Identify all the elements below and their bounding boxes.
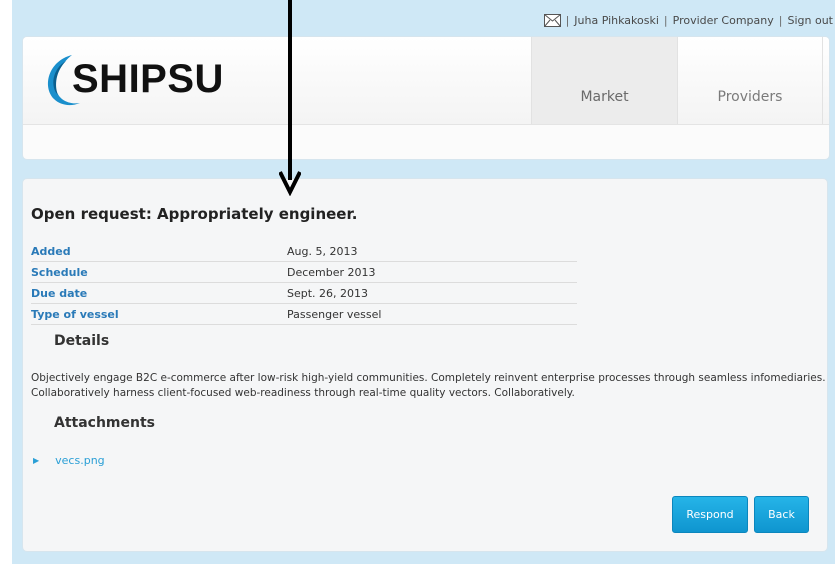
main-nav: Market Providers [531, 37, 823, 124]
field-value: Sept. 26, 2013 [287, 282, 577, 304]
user-name-link[interactable]: Juha Pihkakoski [574, 14, 659, 27]
field-value: December 2013 [287, 261, 577, 283]
attachment-item: ▶ vecs.png [33, 454, 105, 467]
header-top: SHIPSU Market Providers [23, 37, 829, 125]
table-row: Due date Sept. 26, 2013 [31, 282, 577, 304]
separator: | [778, 13, 783, 27]
field-label: Schedule [31, 261, 287, 283]
header: SHIPSU Market Providers [22, 36, 830, 160]
field-label: Added [31, 241, 287, 262]
separator: | [663, 13, 668, 27]
field-label: Type of vessel [31, 303, 287, 325]
user-bar: | Juha Pihkakoski | Provider Company | S… [543, 10, 833, 30]
table-row: Schedule December 2013 [31, 261, 577, 283]
back-button[interactable]: Back [754, 496, 809, 533]
triangle-bullet-icon: ▶ [33, 456, 40, 465]
down-arrow-icon [279, 0, 301, 196]
company-link[interactable]: Provider Company [673, 14, 774, 27]
table-row: Added Aug. 5, 2013 [31, 241, 577, 262]
shipsu-logo[interactable]: SHIPSU [42, 49, 232, 119]
nav-providers[interactable]: Providers [677, 37, 823, 124]
field-value: Passenger vessel [287, 303, 577, 325]
field-label: Due date [31, 282, 287, 304]
page-title: Open request: Appropriately engineer. [31, 205, 358, 223]
details-text: Objectively engage B2C e-commerce after … [31, 372, 826, 399]
respond-button[interactable]: Respond [672, 496, 748, 533]
mail-icon[interactable] [543, 13, 561, 27]
logo-text: SHIPSU [72, 57, 224, 101]
separator: | [565, 13, 570, 27]
sign-out-link[interactable]: Sign out [787, 14, 833, 27]
nav-market[interactable]: Market [531, 37, 677, 124]
table-row: Type of vessel Passenger vessel [31, 303, 577, 325]
request-info-table: Added Aug. 5, 2013 Schedule December 201… [31, 241, 577, 325]
attachments-heading: Attachments [54, 415, 156, 431]
attachment-link[interactable]: vecs.png [55, 454, 105, 467]
field-value: Aug. 5, 2013 [287, 241, 577, 262]
request-panel: Open request: Appropriately engineer. Ad… [22, 178, 828, 552]
details-heading: Details [54, 333, 110, 349]
